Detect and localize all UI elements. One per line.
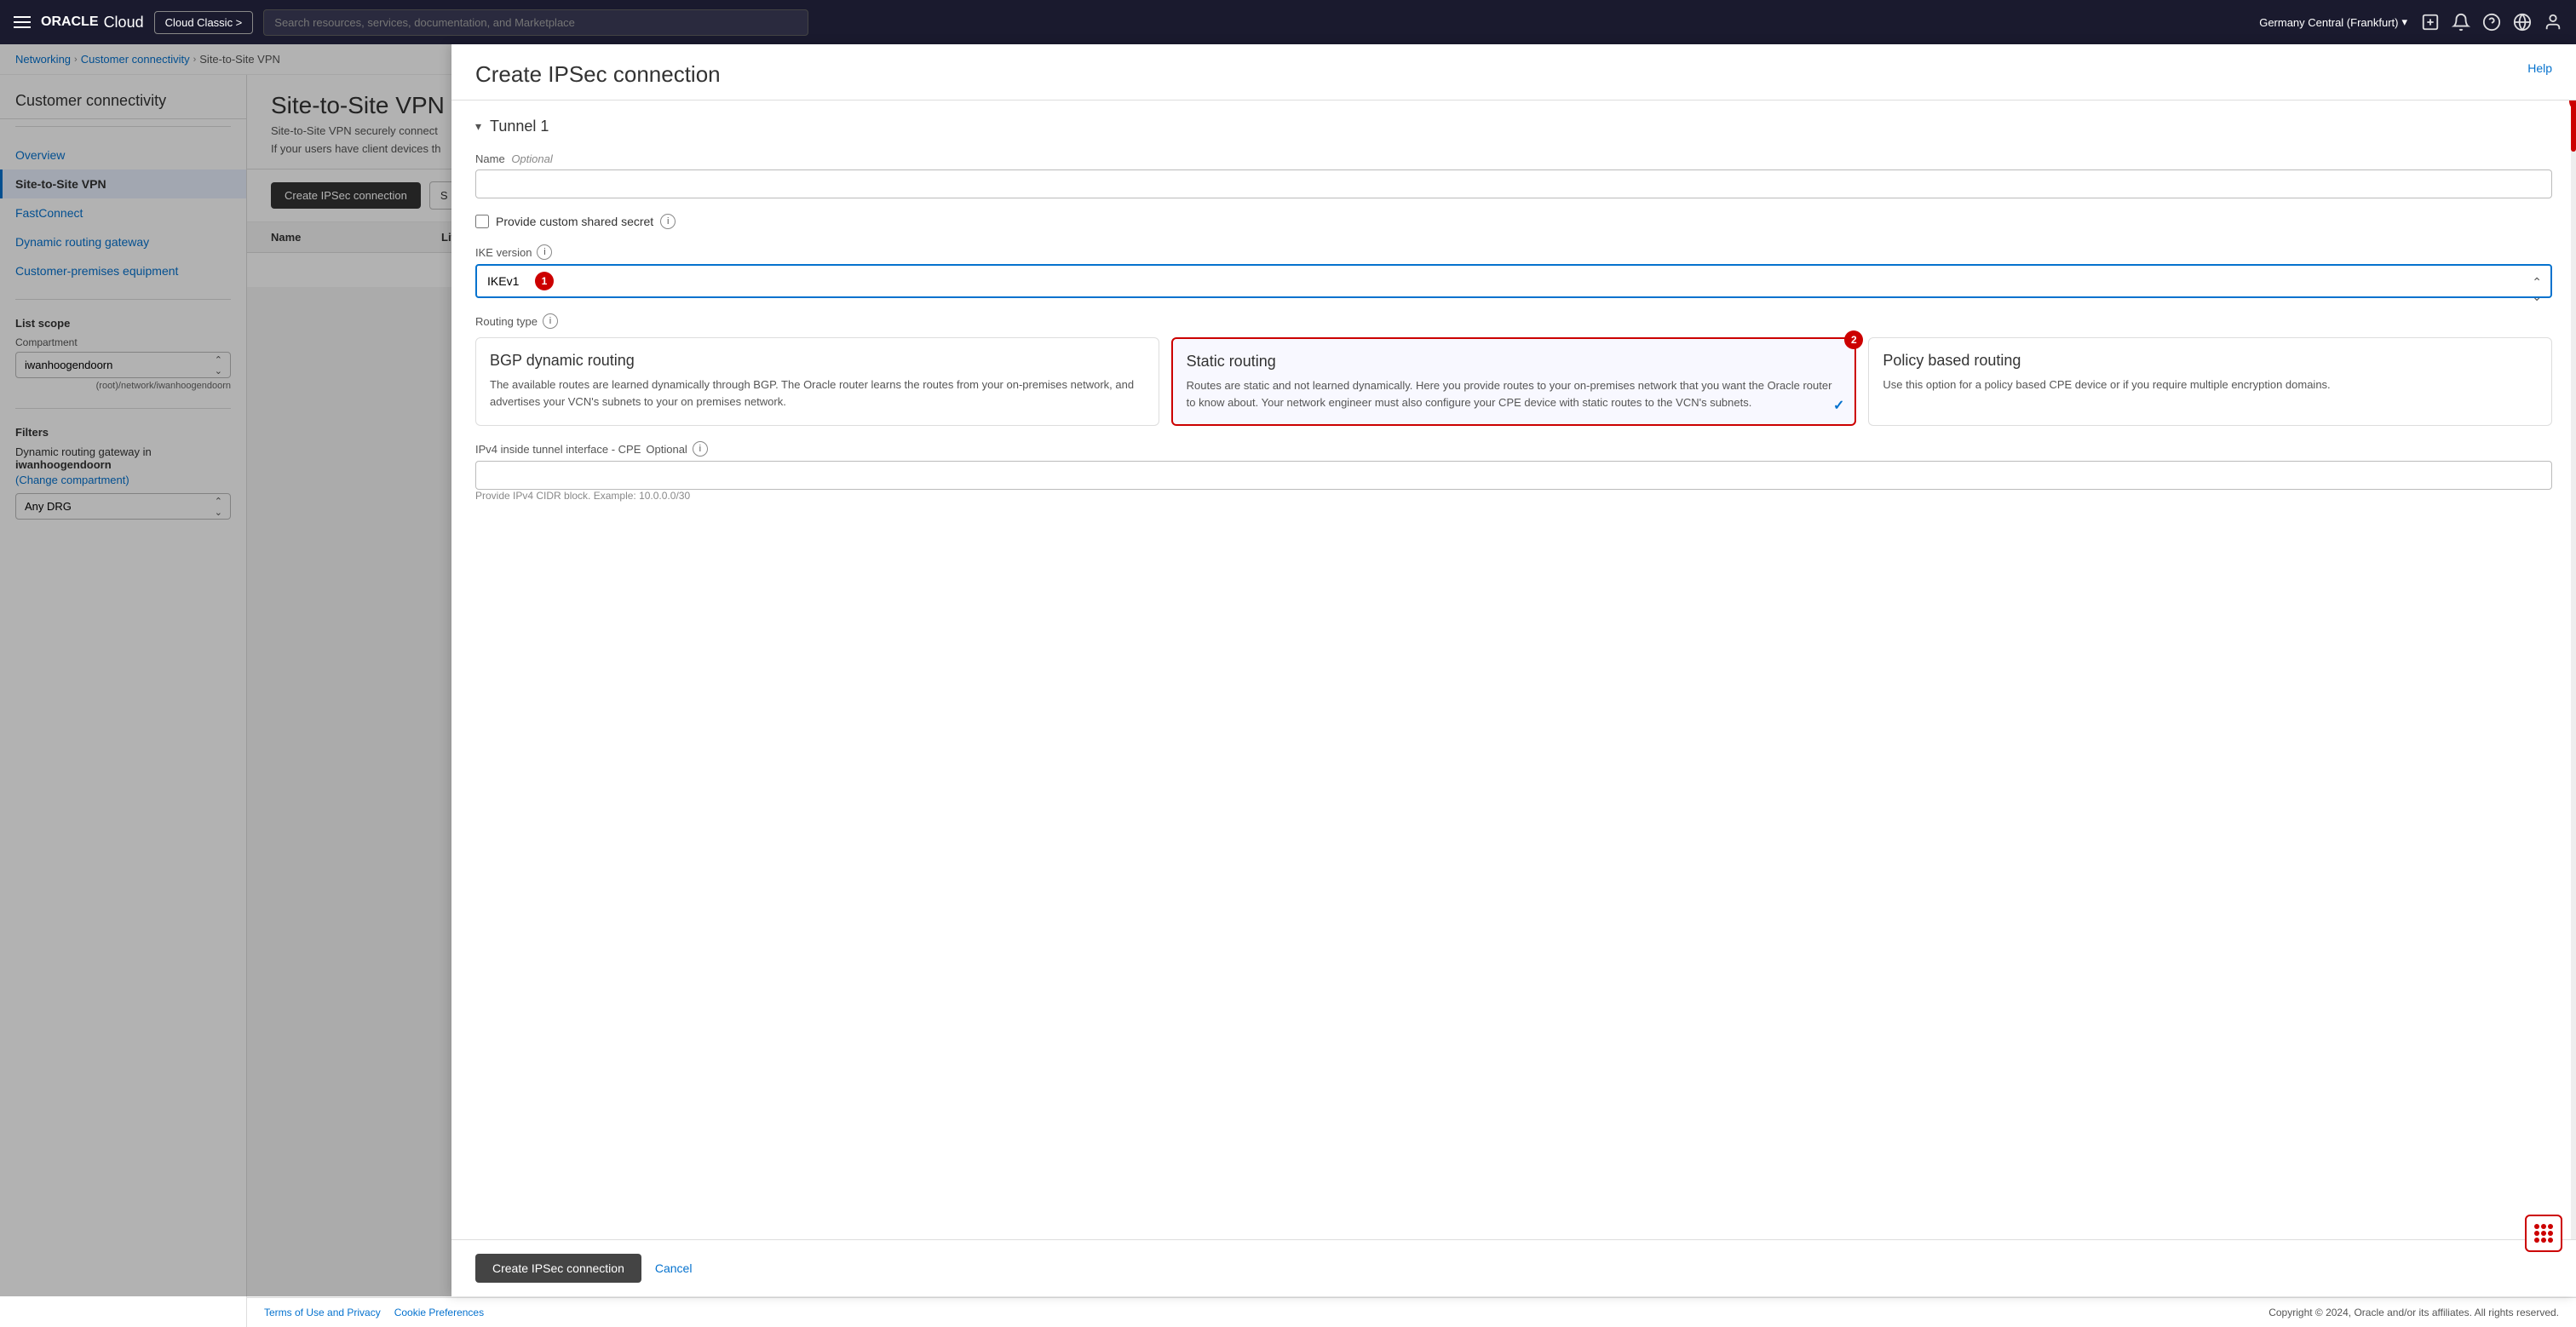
shared-secret-checkbox[interactable] — [475, 215, 489, 228]
routing-cards: BGP dynamic routing The available routes… — [475, 337, 2552, 426]
scrollbar-badge-3: 3 — [2569, 101, 2576, 111]
drawer-header: Create IPSec connection Help — [451, 44, 2576, 101]
policy-card-desc: Use this option for a policy based CPE d… — [1883, 376, 2538, 394]
ike-version-field: IKE version i IKEv1 IKEv2 1 ⌃⌄ — [475, 244, 2552, 298]
ike-version-select[interactable]: IKEv1 IKEv2 — [475, 264, 2552, 298]
ike-info-icon[interactable]: i — [537, 244, 552, 260]
create-ipsec-drawer: Create IPSec connection Help ▾ Tunnel 1 … — [451, 44, 2576, 1296]
cookie-link[interactable]: Cookie Preferences — [394, 1307, 484, 1318]
tunnel-1-header[interactable]: ▾ Tunnel 1 — [475, 118, 2552, 135]
ike-badge-1: 1 — [535, 272, 554, 290]
cloud-text: Cloud — [104, 14, 144, 32]
region-chevron: ▾ — [2401, 15, 2407, 29]
name-label: Name Optional — [475, 152, 2552, 165]
drawer-body: ▾ Tunnel 1 Name Optional Provide custom … — [451, 101, 2576, 1239]
create-ipsec-connection-button[interactable]: Create IPSec connection — [475, 1254, 641, 1283]
routing-card-bgp[interactable]: BGP dynamic routing The available routes… — [475, 337, 1159, 426]
bgp-card-desc: The available routes are learned dynamic… — [490, 376, 1145, 410]
nav-icons — [2421, 13, 2562, 32]
ipv4-info-icon[interactable]: i — [693, 441, 708, 457]
drawer-title: Create IPSec connection — [475, 61, 721, 88]
cancel-button[interactable]: Cancel — [652, 1254, 696, 1283]
scrollbar[interactable]: 3 — [2571, 101, 2576, 1239]
support-widget[interactable] — [2525, 1215, 2562, 1252]
terms-link[interactable]: Terms of Use and Privacy — [264, 1307, 381, 1318]
footer-links: Terms of Use and Privacy Cookie Preferen… — [264, 1307, 484, 1318]
static-card-title: Static routing — [1187, 353, 1842, 371]
shared-secret-label[interactable]: Provide custom shared secret — [496, 215, 653, 228]
ipv4-field: IPv4 inside tunnel interface - CPE Optio… — [475, 441, 2552, 502]
top-navigation: ORACLE Cloud Cloud Classic > Germany Cen… — [0, 0, 2576, 44]
help-icon[interactable] — [2482, 13, 2501, 32]
support-grid-icon — [2534, 1224, 2553, 1243]
tunnel-chevron-icon: ▾ — [475, 119, 481, 134]
routing-type-info-icon[interactable]: i — [543, 313, 558, 329]
routing-badge-2: 2 — [1844, 330, 1863, 349]
static-card-desc: Routes are static and not learned dynami… — [1187, 377, 1842, 411]
ipv4-hint: Provide IPv4 CIDR block. Example: 10.0.0… — [475, 490, 2552, 502]
tunnel-label: Tunnel 1 — [490, 118, 549, 135]
bgp-card-title: BGP dynamic routing — [490, 352, 1145, 370]
globe-icon[interactable] — [2513, 13, 2532, 32]
bell-icon[interactable] — [2452, 13, 2470, 32]
routing-card-policy[interactable]: Policy based routing Use this option for… — [1868, 337, 2552, 426]
region-label: Germany Central (Frankfurt) — [2259, 16, 2398, 29]
search-input[interactable] — [263, 9, 808, 36]
region-selector[interactable]: Germany Central (Frankfurt) ▾ — [2259, 15, 2407, 29]
user-icon[interactable] — [2544, 13, 2562, 32]
oracle-text: ORACLE — [41, 14, 99, 30]
name-input[interactable] — [475, 169, 2552, 198]
name-optional: Optional — [511, 152, 552, 165]
drawer-footer: Create IPSec connection Cancel — [451, 1239, 2576, 1296]
ipv4-optional: Optional — [646, 443, 687, 456]
drawer-help-link[interactable]: Help — [2527, 61, 2552, 75]
routing-type-section: Routing type i BGP dynamic routing The a… — [475, 313, 2552, 426]
code-icon[interactable] — [2421, 13, 2440, 32]
nav-right: Germany Central (Frankfurt) ▾ — [2259, 13, 2562, 32]
ike-version-label: IKE version i — [475, 244, 2552, 260]
cloud-classic-button[interactable]: Cloud Classic > — [154, 11, 254, 34]
footer-copyright: Copyright © 2024, Oracle and/or its affi… — [2268, 1307, 2559, 1318]
scrollbar-thumb: 3 — [2571, 101, 2576, 152]
ipv4-input[interactable] — [475, 461, 2552, 490]
shared-secret-info-icon[interactable]: i — [660, 214, 676, 229]
hamburger-menu[interactable] — [14, 16, 31, 28]
oracle-logo: ORACLE Cloud — [41, 14, 144, 32]
name-field: Name Optional — [475, 152, 2552, 198]
shared-secret-row: Provide custom shared secret i — [475, 214, 2552, 229]
static-card-check-icon: ✓ — [1833, 397, 1844, 414]
routing-type-label: Routing type i — [475, 313, 2552, 329]
policy-card-title: Policy based routing — [1883, 352, 2538, 370]
page-footer: Terms of Use and Privacy Cookie Preferen… — [247, 1297, 2576, 1327]
ipv4-label: IPv4 inside tunnel interface - CPE Optio… — [475, 441, 2552, 457]
routing-card-static[interactable]: Static routing Routes are static and not… — [1171, 337, 1857, 426]
